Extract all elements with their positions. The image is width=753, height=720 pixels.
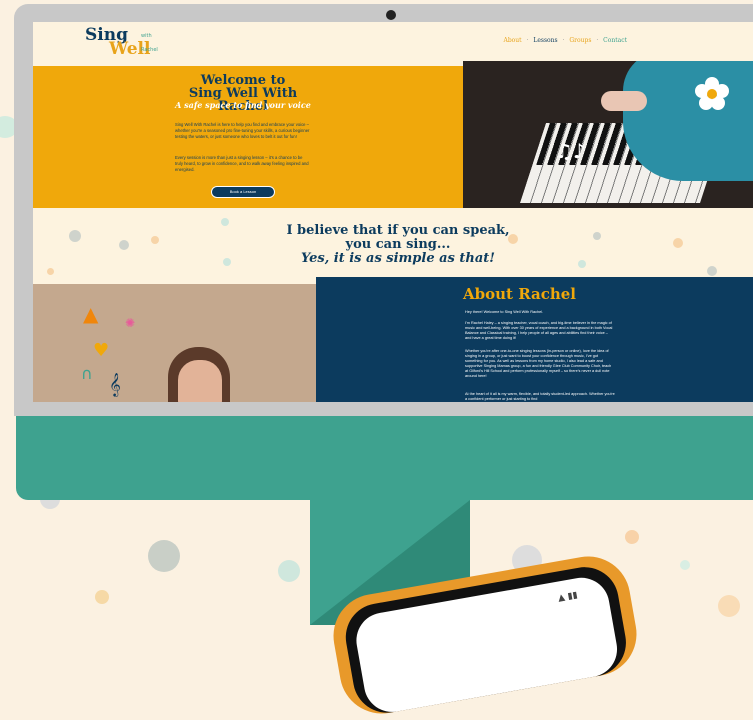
quote-text: I believe that if you can speak, you can… <box>253 224 543 266</box>
quote-dot <box>151 236 159 244</box>
nav-separator: · <box>562 37 565 44</box>
nav-separator: · <box>596 37 599 44</box>
bg-dot <box>625 530 639 544</box>
bg-dot <box>680 560 690 570</box>
bg-dot <box>718 595 740 617</box>
nav-about[interactable]: About <box>504 37 522 44</box>
sparkle-icon: ✺ <box>125 316 136 330</box>
quote-dot <box>223 258 231 266</box>
site-header: Sing Well with Rachel About · Lessons · … <box>33 22 753 62</box>
rachel-face <box>178 360 222 402</box>
hero-paragraph-2: Every session is more than just a singin… <box>175 155 309 172</box>
quote-line3: Yes, it is as simple as that! <box>300 251 495 266</box>
about-title: About Rachel <box>463 285 576 303</box>
rainbow-icon: ∩ <box>81 364 93 383</box>
quote-line1: I believe that if you can speak, <box>286 223 510 238</box>
website-screen: Sing Well with Rachel About · Lessons · … <box>33 22 753 402</box>
hero-subtitle: A safe space to find your voice <box>175 100 311 110</box>
about-paragraph-3: At the heart of it all is my warm, flexi… <box>465 392 615 401</box>
quote-line2: you can sing... <box>345 237 451 252</box>
quote-dot <box>673 238 683 248</box>
nav-separator: · <box>526 37 529 44</box>
quote-dot <box>47 268 54 275</box>
hand <box>601 91 647 111</box>
quote-dot <box>69 230 81 242</box>
phone-screen: ▲ ▮▮ <box>351 573 622 717</box>
logo-tagline: with Rachel <box>141 33 158 53</box>
quote-dot <box>593 232 601 240</box>
nav-lessons[interactable]: Lessons <box>533 37 557 44</box>
flower-icon <box>695 77 729 110</box>
hero-piano-photo: ♫♪ <box>463 61 753 208</box>
quote-dot <box>578 260 586 268</box>
treble-clef-icon: 𝄞 <box>109 372 121 396</box>
music-notes-icon: ♫♪ <box>555 139 586 163</box>
site-logo[interactable]: Sing Well with Rachel <box>85 27 158 58</box>
coffee-cup-icon: ♥ <box>93 340 110 361</box>
quote-dot <box>707 266 717 276</box>
about-paragraph-2: Whether you're after one-to-one singing … <box>465 349 612 378</box>
cake-icon: ▲ <box>83 302 99 326</box>
bg-dot <box>148 540 180 572</box>
quote-dot <box>119 240 129 250</box>
phone-status-icon: ▲ ▮▮ <box>557 590 579 604</box>
camera-dot-icon <box>386 10 396 20</box>
book-lesson-button[interactable]: Book a Lesson <box>211 186 275 198</box>
quote-dot <box>221 218 229 226</box>
main-nav: About · Lessons · Groups · Contact <box>501 37 628 44</box>
about-paragraph-1: I'm Rachel Haley – a singing teacher, vo… <box>465 321 613 340</box>
about-greeting: Hey there! Welcome to Sing Well With Rac… <box>465 310 544 314</box>
nav-contact[interactable]: Contact <box>603 37 627 44</box>
hero-paragraph-1: Sing Well With Rachel is here to help yo… <box>175 122 310 139</box>
cardigan-sleeve <box>623 61 753 181</box>
bg-dot <box>95 590 109 604</box>
bg-dot <box>278 560 300 582</box>
monitor-chin <box>16 416 753 500</box>
nav-groups[interactable]: Groups <box>569 37 591 44</box>
